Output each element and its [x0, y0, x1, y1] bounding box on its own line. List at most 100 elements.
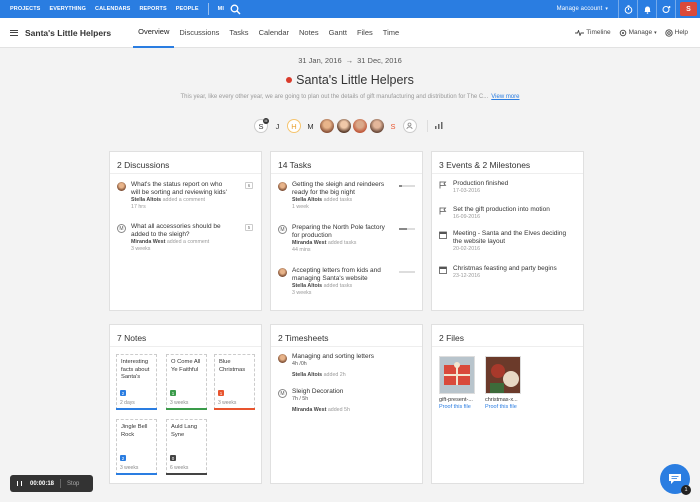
note-color-bar: [116, 473, 157, 475]
action-text: added tasks: [323, 283, 353, 289]
avatar[interactable]: [336, 119, 351, 133]
note-timestamp: 3 weeks: [120, 465, 139, 471]
card-title[interactable]: 2 Timesheets: [271, 325, 422, 347]
author-name: Stella Altois: [292, 283, 323, 289]
timer-icon[interactable]: [618, 0, 637, 18]
user-menu[interactable]: S: [675, 0, 700, 18]
card-title[interactable]: 2 Discussions: [110, 152, 261, 174]
nav-mi[interactable]: MI: [218, 6, 224, 12]
chat-bubble-icon: [669, 474, 681, 484]
avatar[interactable]: J: [271, 119, 285, 133]
nav-everything[interactable]: EVERYTHING: [49, 6, 86, 12]
avatar-letter: H: [291, 121, 297, 131]
notification-bell-icon[interactable]: [637, 0, 656, 18]
avatar[interactable]: S: [386, 119, 400, 133]
chat-button[interactable]: 1: [660, 464, 691, 495]
divider: [427, 120, 428, 132]
list-item[interactable]: What's the status report on who will be …: [117, 181, 257, 211]
list-item[interactable]: Accepting letters from kids and managing…: [278, 267, 418, 297]
pause-icon[interactable]: [17, 481, 22, 486]
action-text: added 5h: [327, 407, 350, 413]
add-icon[interactable]: [656, 0, 675, 18]
proof-file-link[interactable]: Proof this file: [439, 404, 475, 410]
note-item[interactable]: O Come All Ye Faithful 1 3 weeks: [166, 354, 207, 410]
stop-button[interactable]: Stop: [67, 481, 79, 487]
card-title[interactable]: 2 Files: [432, 325, 583, 347]
note-title-line: Blue: [219, 359, 231, 365]
author-name: Miranda West: [292, 240, 327, 246]
tab-tasks[interactable]: Tasks: [224, 18, 253, 48]
tab-overview[interactable]: Overview: [133, 18, 175, 48]
chart-icon[interactable]: [434, 121, 444, 132]
avatar[interactable]: [369, 119, 384, 133]
timer-value: 00:00:18: [30, 480, 55, 487]
add-person-icon[interactable]: [402, 119, 417, 133]
tasks-card: 14 Tasks Getting the sleigh and reindeer…: [270, 151, 423, 311]
avatar: M: [117, 224, 126, 233]
top-nav-right: Manage account ▾ S: [557, 0, 700, 18]
event-date: 23-12-2016: [453, 273, 481, 279]
list-item[interactable]: Set the gift production into motion 16-0…: [439, 206, 579, 221]
nav-projects[interactable]: PROJECTS: [10, 6, 40, 12]
hamburger-menu-icon[interactable]: [10, 29, 18, 36]
tab-calendar[interactable]: Calendar: [254, 18, 294, 48]
project-tabs: Overview Discussions Tasks Calendar Note…: [133, 18, 404, 48]
list-item[interactable]: Meeting - Santa and the Elves deciding t…: [439, 230, 579, 253]
avatar[interactable]: M: [304, 119, 318, 133]
avatar[interactable]: SM: [254, 118, 269, 133]
avatar[interactable]: [353, 119, 367, 133]
help-button[interactable]: Help: [664, 28, 688, 37]
author-name: Stella Altois: [131, 197, 162, 203]
file-thumbnail[interactable]: [485, 356, 521, 394]
card-title[interactable]: 7 Notes: [110, 325, 261, 347]
list-item[interactable]: Managing and sorting letters 4h /0h Stel…: [278, 353, 418, 379]
timeline-label: Timeline: [586, 29, 611, 36]
tab-notes[interactable]: Notes: [294, 18, 324, 48]
nav-people[interactable]: PEOPLE: [176, 6, 199, 12]
project-name[interactable]: Santa's Little Helpers: [25, 28, 111, 38]
list-item[interactable]: Christmas feasting and party begins 23-1…: [439, 265, 579, 280]
tab-gantt[interactable]: Gantt: [324, 18, 352, 48]
note-item[interactable]: Interesting facts about Santa's 2 2 days: [116, 354, 157, 410]
avatar-letter: J: [275, 121, 280, 131]
file-thumbnail[interactable]: [439, 356, 475, 394]
timeline-button[interactable]: Timeline: [575, 29, 611, 36]
list-item[interactable]: M What all accessories should be added t…: [117, 223, 257, 253]
list-item[interactable]: M Preparing the North Pole factory for p…: [278, 224, 418, 254]
manage-button[interactable]: Manage ▾: [619, 29, 657, 37]
tab-files[interactable]: Files: [352, 18, 378, 48]
list-item[interactable]: Production finished 17-03-2016: [439, 180, 579, 195]
note-item[interactable]: Jingle Bell Rock 2 3 weeks: [116, 419, 157, 475]
avatar: [117, 182, 126, 191]
nav-calendars[interactable]: CALENDARS: [95, 6, 130, 12]
top-navigation-bar: PROJECTS EVERYTHING CALENDARS REPORTS PE…: [0, 0, 700, 18]
note-comment-badge: 1: [218, 390, 224, 396]
tab-time[interactable]: Time: [378, 18, 404, 48]
action-text: added a comment: [162, 197, 206, 203]
list-item[interactable]: M Sleigh Decoration 7h / 5h Miranda West…: [278, 388, 418, 414]
avatar[interactable]: H: [287, 119, 301, 133]
list-item[interactable]: Getting the sleigh and reindeers ready f…: [278, 181, 418, 211]
file-item[interactable]: gift-present-... Proof this file: [439, 356, 475, 410]
note-timestamp: 6 weeks: [170, 465, 189, 471]
file-item[interactable]: christmas-x... Proof this file: [485, 356, 521, 410]
notes-card: 7 Notes Interesting facts about Santa's 2 …: [109, 324, 262, 484]
search-icon[interactable]: [230, 4, 241, 15]
project-subnav: Santa's Little Helpers Overview Discussi…: [0, 18, 700, 48]
action-text: added tasks: [327, 240, 357, 246]
proof-file-link[interactable]: Proof this file: [485, 404, 521, 410]
manage-label: Manage: [628, 29, 653, 36]
note-comment-badge: 2: [120, 455, 126, 461]
tab-discussions[interactable]: Discussions: [174, 18, 224, 48]
note-item[interactable]: Blue Christmas 1 3 weeks: [214, 354, 255, 410]
note-title-line: O Come All: [171, 359, 201, 365]
project-description: This year, like every other year, we are…: [0, 94, 700, 100]
note-item[interactable]: Auld Lang Syne 0 6 weeks: [166, 419, 207, 475]
view-more-link[interactable]: View more: [491, 94, 519, 100]
manage-account-dropdown[interactable]: Manage account ▾: [557, 6, 608, 12]
card-title[interactable]: 3 Events & 2 Milestones: [432, 152, 583, 174]
card-title[interactable]: 14 Tasks: [271, 152, 422, 174]
nav-reports[interactable]: REPORTS: [139, 6, 166, 12]
avatar[interactable]: [320, 119, 334, 133]
note-title-line: Auld Lang: [171, 424, 198, 430]
